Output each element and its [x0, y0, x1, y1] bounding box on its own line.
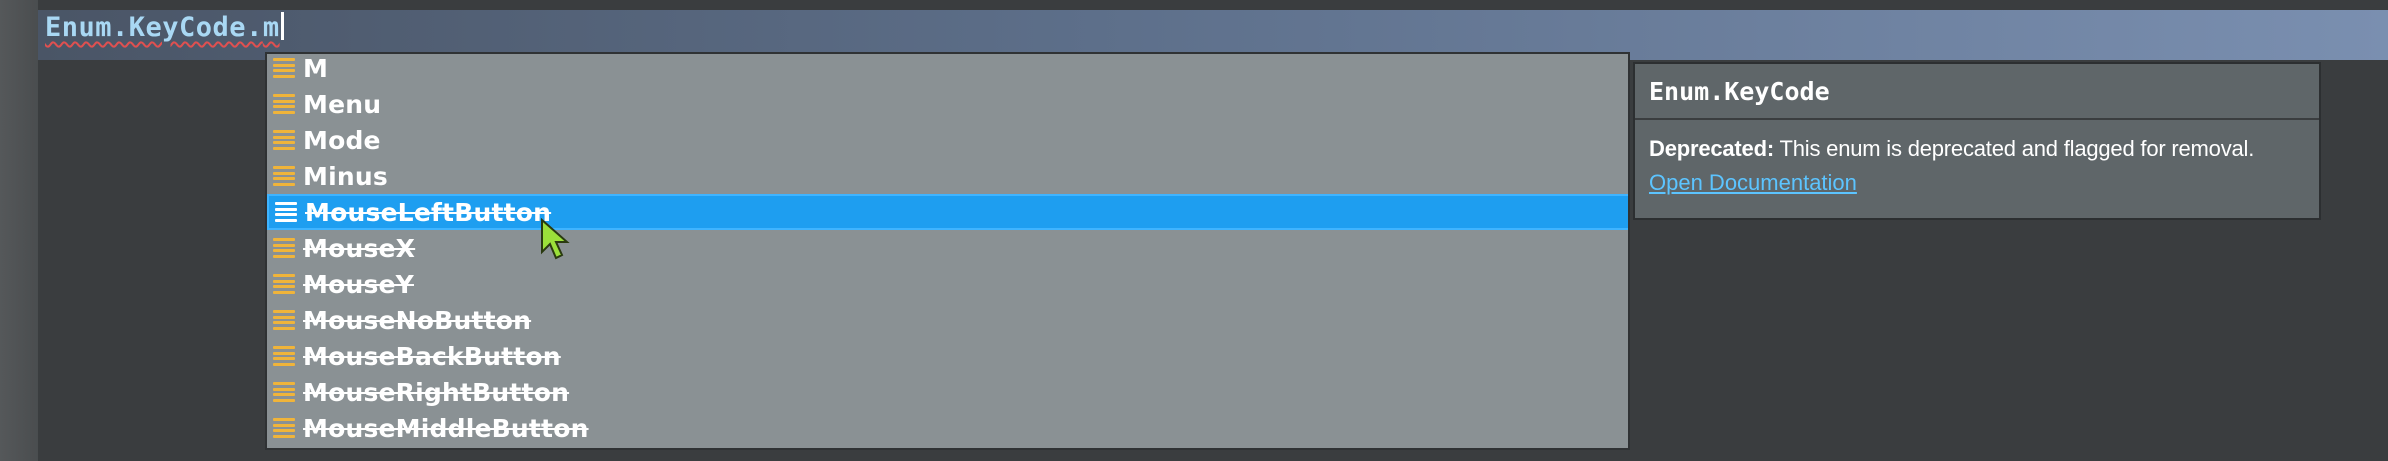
autocomplete-item[interactable]: M — [267, 53, 1628, 86]
autocomplete-item-label: MouseNoButton — [303, 305, 532, 335]
autocomplete-item[interactable]: MouseBackButton — [267, 338, 1628, 374]
enum-item-icon — [273, 58, 297, 78]
enum-item-icon — [273, 94, 297, 114]
autocomplete-item-label: MouseBackButton — [303, 341, 561, 371]
autocomplete-item-label: MouseLeftButton — [305, 197, 552, 227]
autocomplete-item-label: M — [303, 53, 329, 83]
autocomplete-item[interactable]: Menu — [267, 86, 1628, 122]
autocomplete-item[interactable]: MouseY — [267, 266, 1628, 302]
code-line-text[interactable]: Enum.KeyCode.m — [45, 12, 284, 43]
text-caret — [280, 12, 284, 40]
enum-item-icon — [273, 382, 297, 402]
code-prefix: Enum.KeyCode. — [45, 12, 263, 43]
autocomplete-item[interactable]: MouseMiddleButton — [267, 410, 1628, 446]
enum-item-icon — [273, 130, 297, 150]
autocomplete-item-label: Minus — [303, 161, 388, 191]
enum-item-icon — [273, 166, 297, 186]
documentation-panel: Enum.KeyCode Deprecated: This enum is de… — [1633, 62, 2321, 220]
autocomplete-popup[interactable]: M Menu Mode Minus MouseLeftButton MouseX Mouse… — [265, 52, 1630, 450]
autocomplete-item-label: Mode — [303, 125, 381, 155]
autocomplete-item[interactable]: MouseLeftButton — [267, 194, 1628, 230]
doc-title: Enum.KeyCode — [1649, 76, 1830, 106]
autocomplete-item[interactable]: Mode — [267, 122, 1628, 158]
autocomplete-item-label: MouseX — [303, 233, 416, 263]
enum-item-icon — [273, 346, 297, 366]
screen: Enum.KeyCode.m M Menu Mode Minus MouseLeftBu… — [0, 0, 2388, 461]
doc-body: Deprecated: This enum is deprecated and … — [1635, 120, 2319, 196]
autocomplete-item-label: MouseY — [303, 269, 414, 299]
autocomplete-item-label: MouseMiddleButton — [303, 413, 589, 443]
autocomplete-item[interactable]: MouseX — [267, 230, 1628, 266]
code-typed: m — [262, 12, 280, 43]
enum-item-icon — [275, 202, 299, 222]
autocomplete-item[interactable]: Minus — [267, 158, 1628, 194]
autocomplete-item[interactable]: MouseNoButton — [267, 302, 1628, 338]
doc-header: Enum.KeyCode — [1635, 64, 2319, 120]
enum-item-icon — [273, 310, 297, 330]
deprecated-text: This enum is deprecated and flagged for … — [1773, 136, 2255, 161]
enum-item-icon — [273, 238, 297, 258]
mouse-pointer-icon — [541, 218, 570, 260]
line-gutter — [0, 0, 38, 461]
enum-item-icon — [273, 418, 297, 438]
doc-description: Deprecated: This enum is deprecated and … — [1649, 136, 2305, 162]
autocomplete-item-label: Menu — [303, 89, 382, 119]
autocomplete-item[interactable]: MouseRightButton — [267, 374, 1628, 410]
autocomplete-item-label: MouseRightButton — [303, 377, 570, 407]
deprecated-label: Deprecated: — [1649, 136, 1774, 161]
open-documentation-link[interactable]: Open Documentation — [1649, 170, 1857, 196]
enum-item-icon — [273, 274, 297, 294]
